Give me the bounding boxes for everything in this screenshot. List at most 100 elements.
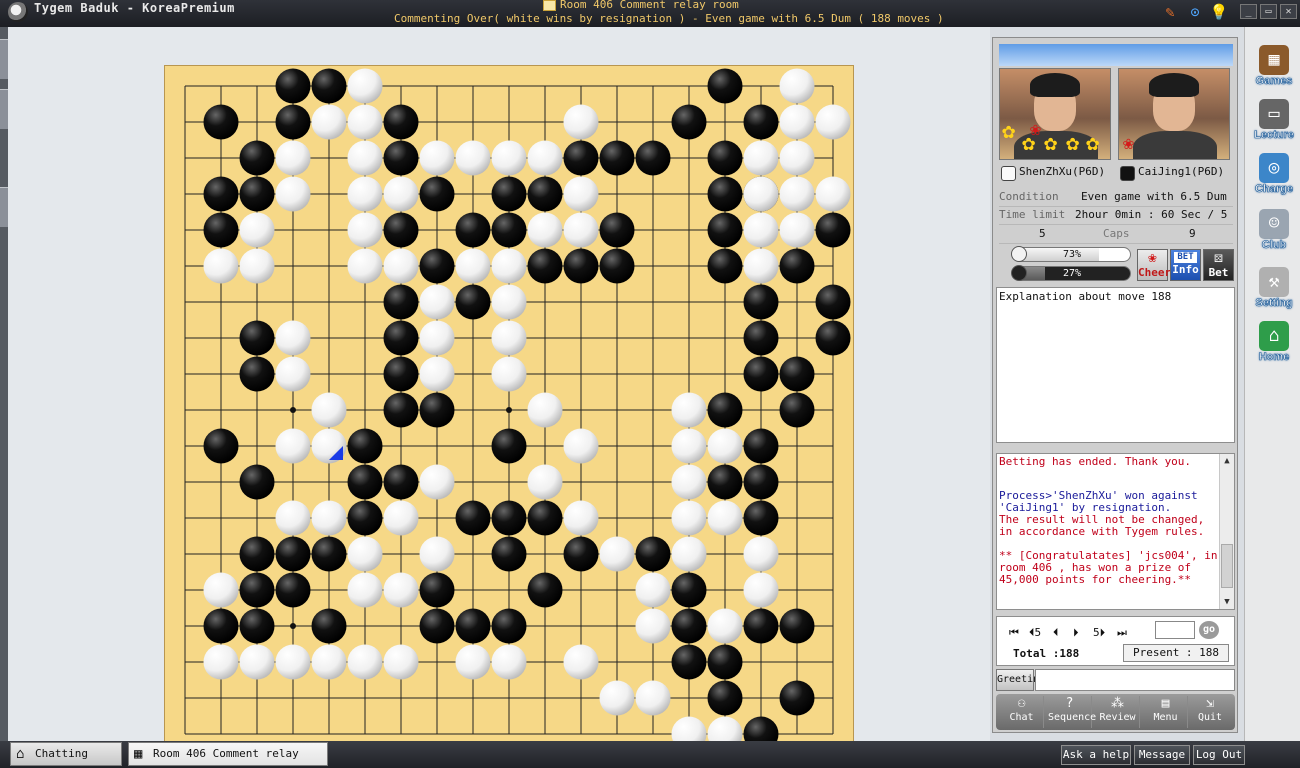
white-stone (707, 608, 743, 644)
black-stone (743, 356, 779, 392)
white-stone (419, 356, 455, 392)
black-stone (743, 428, 779, 464)
black-stone (707, 680, 743, 716)
white-stone (527, 212, 563, 248)
white-stone (779, 68, 815, 104)
black-stone (815, 284, 851, 320)
home-button[interactable]: ⌂ Home (1251, 321, 1297, 371)
white-stone (311, 500, 347, 536)
setting-button[interactable]: ⚒ Setting (1251, 267, 1297, 317)
white-stone (239, 644, 275, 680)
black-stone (383, 140, 419, 176)
black-stone (203, 428, 239, 464)
black-stone (383, 356, 419, 392)
condition-label: Condition (999, 190, 1059, 203)
white-stone (743, 572, 779, 608)
black-stone (311, 608, 347, 644)
minimize-button[interactable]: _ (1240, 4, 1257, 19)
black-stone (491, 428, 527, 464)
first-move-button[interactable]: ⏮ (1009, 626, 1019, 640)
menu-label: Menu (1153, 712, 1178, 723)
greeting-button[interactable]: Greeting (996, 669, 1045, 691)
white-stone (743, 248, 779, 284)
flower-icon: ✿ (1086, 131, 1100, 156)
white-player-name[interactable]: ShenZhXu(P6D) (1019, 165, 1105, 178)
white-stone (563, 428, 599, 464)
games-button[interactable]: ▦ Games (1251, 45, 1297, 95)
back-five-button[interactable]: ⏴5 (1029, 626, 1041, 640)
white-stone (743, 212, 779, 248)
cheer-button[interactable]: ❀ Cheer (1137, 249, 1172, 281)
white-stone (275, 644, 311, 680)
bet-button[interactable]: ⚄ Bet (1203, 249, 1234, 281)
last-move-button[interactable]: ⏭ (1117, 626, 1127, 640)
black-stone (239, 320, 275, 356)
black-stone (743, 608, 779, 644)
black-stone (815, 212, 851, 248)
tab-room-406[interactable]: ▦ Room 406 Comment relay room (128, 742, 328, 766)
ask-help-button[interactable]: Ask a help (1061, 745, 1131, 765)
close-button[interactable]: ✕ (1280, 4, 1297, 19)
left-strip-tab[interactable] (0, 89, 8, 129)
scroll-thumb[interactable] (1221, 544, 1233, 588)
white-stone (779, 212, 815, 248)
forward-five-button[interactable]: 5⏵ (1093, 626, 1105, 640)
white-stone (707, 428, 743, 464)
black-stone (815, 320, 851, 356)
white-stone (527, 140, 563, 176)
flower-icon: ✿ (1044, 131, 1058, 156)
white-stone (599, 536, 635, 572)
scroll-down-icon[interactable]: ▼ (1220, 595, 1234, 609)
club-button[interactable]: ☺ Club (1251, 209, 1297, 259)
chat-message: The result will not be changed, in accor… (999, 513, 1205, 538)
left-strip-tab[interactable] (0, 187, 8, 227)
menu-button[interactable]: ▤ Menu (1144, 696, 1188, 728)
search-icon[interactable]: ⊙ (1185, 3, 1205, 21)
lecture-label: Lecture (1254, 129, 1294, 142)
chat-button[interactable]: ⚇ Chat (1000, 696, 1044, 728)
black-stone (491, 500, 527, 536)
board-icon (543, 0, 556, 11)
black-stone (419, 248, 455, 284)
info-button[interactable]: BET Info (1170, 249, 1201, 281)
cheer-label: Cheer (1138, 266, 1172, 279)
white-stone (599, 680, 635, 716)
logout-button[interactable]: Log Out (1193, 745, 1245, 765)
rose-icon: ❀ (1030, 119, 1041, 140)
paint-icon[interactable]: ✎ (1160, 3, 1180, 21)
go-board-canvas[interactable] (165, 66, 853, 754)
lecture-button[interactable]: ▭ Lecture (1251, 99, 1297, 149)
chat-scrollbar[interactable]: ▲ ▼ (1219, 454, 1234, 609)
black-stone (527, 500, 563, 536)
maximize-button[interactable]: ▭ (1260, 4, 1277, 19)
title-bar: Tygem Baduk - KoreaPremium Room 406 Comm… (0, 0, 1300, 27)
black-player-photo: ❀ (1118, 68, 1230, 160)
left-strip-tab[interactable] (0, 39, 8, 79)
charge-button[interactable]: ◎ Charge (1251, 153, 1297, 203)
move-number-input[interactable] (1155, 621, 1195, 639)
go-board[interactable] (164, 65, 854, 755)
white-stone (239, 248, 275, 284)
sequence-button[interactable]: ? Sequence (1048, 696, 1096, 728)
black-player-name[interactable]: CaiJing1(P6D) (1138, 165, 1224, 178)
greeting-input[interactable] (1035, 669, 1235, 691)
message-button[interactable]: Message (1134, 745, 1190, 765)
white-stone (779, 104, 815, 140)
white-stone (383, 644, 419, 680)
black-stone (419, 176, 455, 212)
white-stone (779, 176, 815, 212)
black-caps: 9 (1189, 227, 1196, 240)
help-bulb-icon[interactable]: 💡 (1209, 3, 1229, 21)
prev-move-button[interactable]: ⏴ (1053, 626, 1059, 640)
black-stone (419, 392, 455, 428)
black-stone (743, 464, 779, 500)
tab-chatting-room[interactable]: ⌂ Chatting Room (10, 742, 122, 766)
next-move-button[interactable]: ⏵ (1073, 626, 1079, 640)
chat-log[interactable]: Betting has ended. Thank you. Process>'S… (996, 453, 1235, 610)
move-explanation-box[interactable]: Explanation about move 188 (996, 287, 1235, 443)
go-button[interactable]: go (1199, 621, 1219, 639)
quit-button[interactable]: ⇲ Quit (1188, 696, 1232, 728)
black-stone (203, 212, 239, 248)
scroll-up-icon[interactable]: ▲ (1220, 454, 1234, 468)
review-button[interactable]: ⁂ Review (1096, 696, 1140, 728)
